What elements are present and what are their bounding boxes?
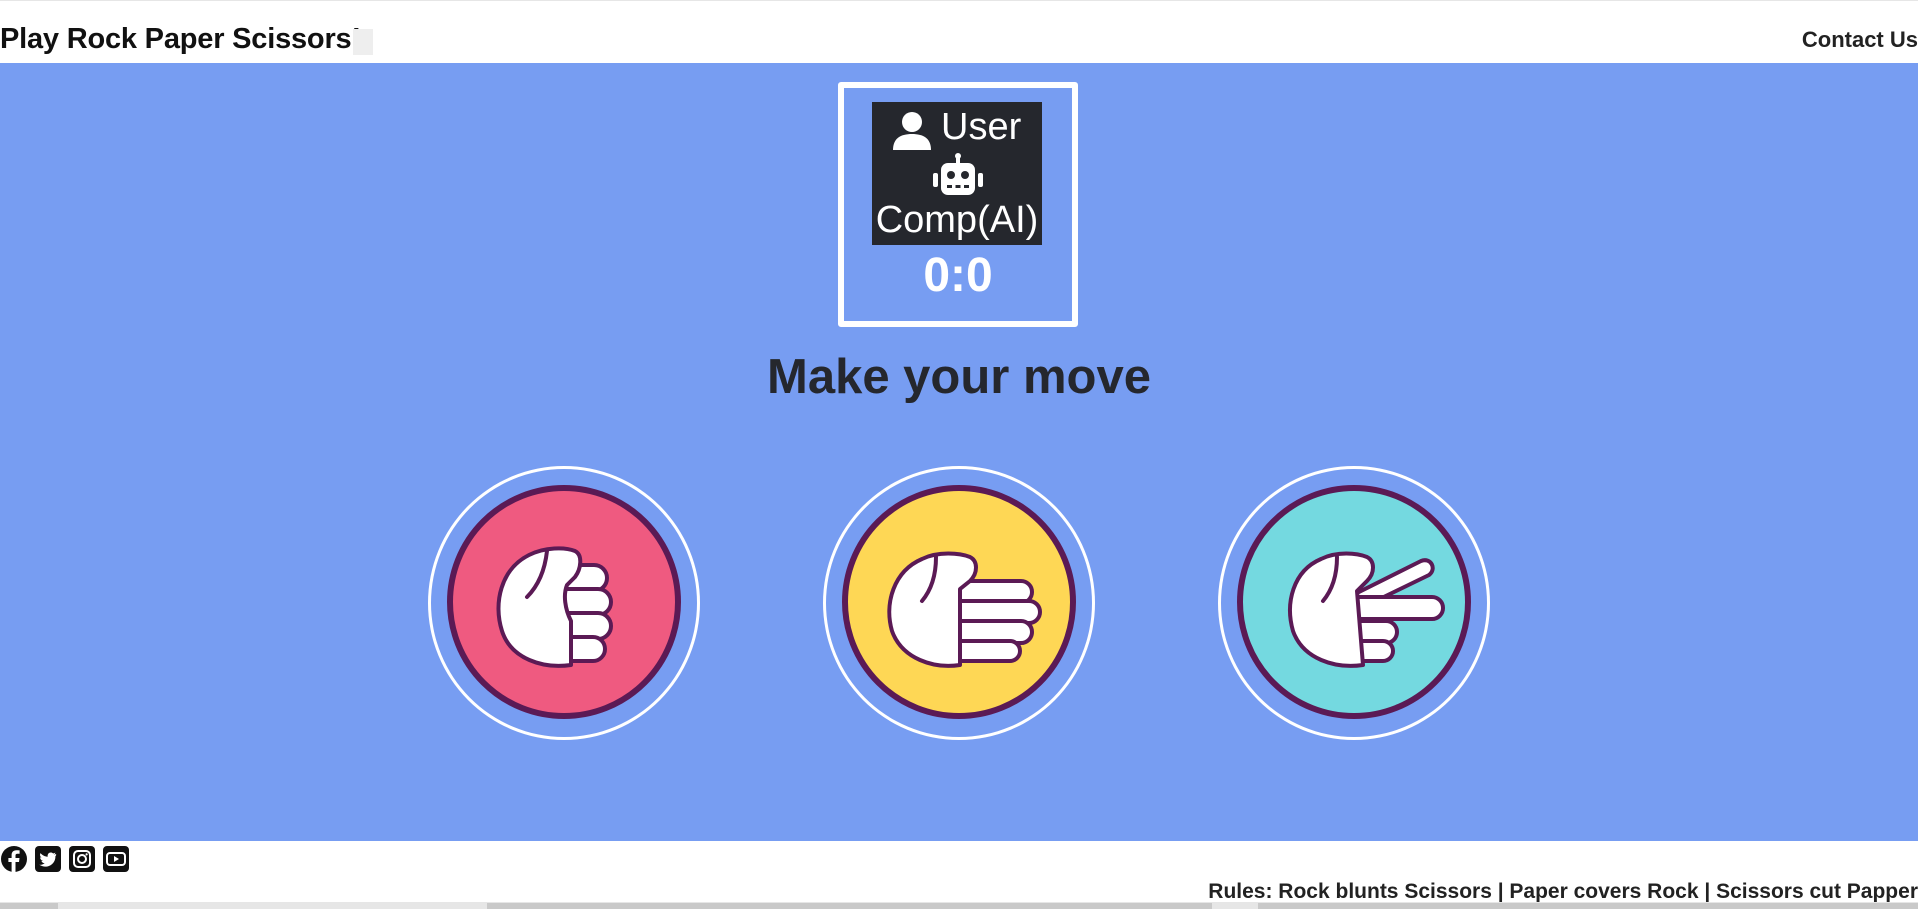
rock-disc [447,485,681,719]
open-hand-icon [887,551,1042,668]
rock-button[interactable] [428,466,700,740]
comp-label: Comp(AI) [875,199,1039,241]
fist-hand-icon [496,546,613,668]
facebook-icon[interactable] [0,845,28,873]
players-panel: User Comp(AI) [872,102,1042,245]
score-display: 0:0 [923,249,993,302]
user-icon [893,112,931,150]
social-links [0,845,130,875]
user-row: User [872,102,1042,152]
site-title: Play Rock Paper Scissors! [0,23,361,55]
move-prompt: Make your move [767,350,1151,404]
instagram-icon[interactable] [68,845,96,873]
twitter-icon[interactable] [34,845,62,873]
game-area: User Comp(AI) 0:0 Make your move [0,63,1918,841]
robot-icon [933,153,983,195]
scissors-disc [1237,485,1471,719]
site-header: Play Rock Paper Scissors! Contact Us [0,1,1918,63]
scissors-button[interactable] [1218,466,1490,740]
rules-text: Rules: Rock blunts Scissors | Paper cove… [1208,880,1918,903]
contact-us-link[interactable]: Contact Us [1802,27,1918,53]
two-finger-hand-icon [1288,551,1445,668]
paper-button[interactable] [823,466,1095,740]
scoreboard: User Comp(AI) 0:0 [838,82,1078,327]
site-footer: Rules: Rock blunts Scissors | Paper cove… [0,841,1918,909]
title-caret-box [353,29,373,55]
youtube-icon[interactable] [102,845,130,873]
scrollbar-segment [0,903,58,909]
user-label: User [941,106,1022,148]
paper-disc [842,485,1076,719]
scrollbar-segment [1258,903,1918,909]
scrollbar-segment [487,903,1212,909]
